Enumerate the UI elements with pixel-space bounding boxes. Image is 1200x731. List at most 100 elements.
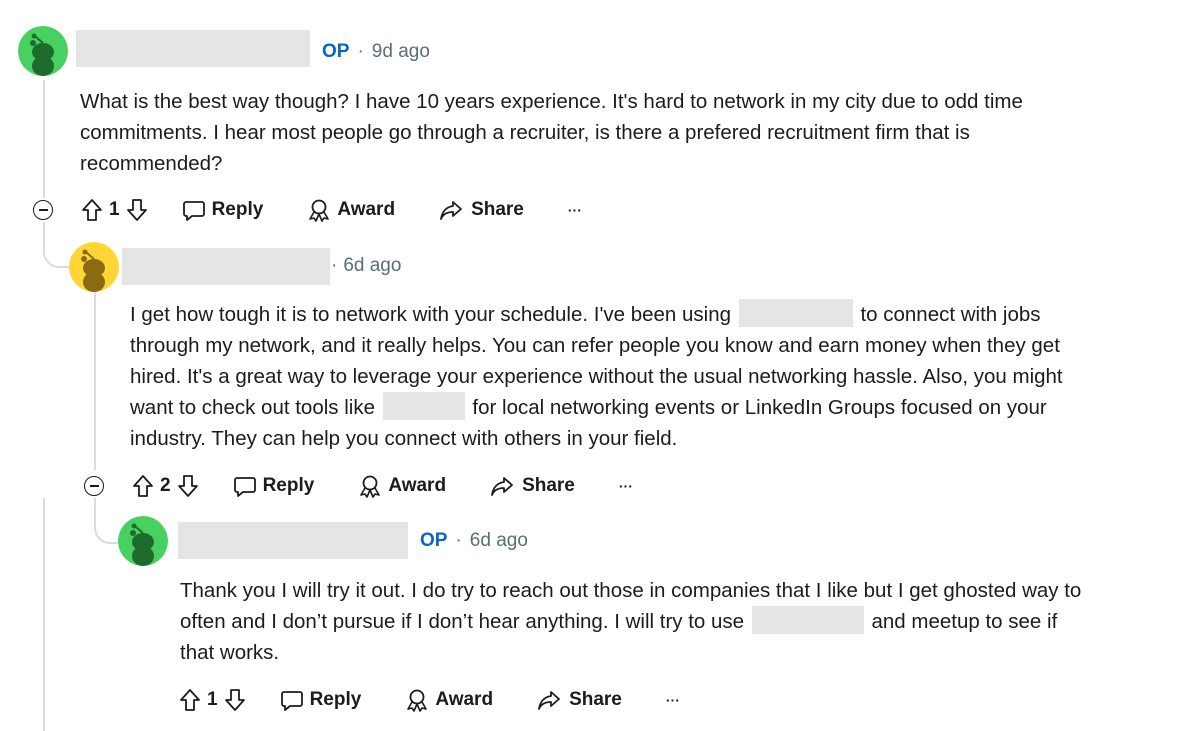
minus-icon <box>89 485 99 487</box>
upvote-arrow-icon <box>133 475 153 497</box>
avatar[interactable] <box>118 516 168 566</box>
share-label: Share <box>569 689 622 710</box>
share-label: Share <box>522 475 575 496</box>
snoo-green-avatar-icon <box>18 26 68 76</box>
downvote-arrow-icon <box>224 689 245 711</box>
award-button[interactable]: Award <box>307 198 395 222</box>
snoo-green-avatar-icon <box>118 516 168 566</box>
comment-meta: OP · 6d ago <box>420 530 528 552</box>
upvote-button[interactable] <box>81 198 103 222</box>
award-label: Award <box>388 475 447 496</box>
more-label: ··· <box>567 202 582 218</box>
comment-text: I get how tough it is to network with yo… <box>130 303 732 326</box>
upvote-button[interactable] <box>179 688 201 712</box>
thread-elbow <box>43 222 69 268</box>
comment-actions: 1 Reply Award Share ··· <box>179 680 680 720</box>
reply-label: Reply <box>262 475 315 496</box>
downvote-arrow-icon <box>126 199 147 221</box>
downvote-button[interactable] <box>126 198 148 222</box>
meta-separator: · <box>331 255 338 276</box>
redacted-text <box>382 392 465 420</box>
comment-text: for local networking events or LinkedIn … <box>472 396 1047 419</box>
meta-separator: · <box>357 41 364 62</box>
comment-line: hired. It's a great way to leverage your… <box>130 365 1063 388</box>
vote-count: 1 <box>109 199 120 220</box>
op-badge: OP <box>322 41 350 62</box>
reply-label: Reply <box>309 689 362 710</box>
downvote-arrow-icon <box>177 475 198 497</box>
timestamp[interactable]: 9d ago <box>372 41 430 63</box>
upvote-arrow-icon <box>82 199 102 221</box>
share-button[interactable]: Share <box>537 688 622 712</box>
award-label: Award <box>435 689 494 710</box>
vote-count: 2 <box>160 475 171 496</box>
collapse-thread-button[interactable] <box>84 476 104 496</box>
speech-bubble-icon <box>233 477 256 497</box>
comment-text: to connect with jobs <box>860 303 1041 326</box>
avatar[interactable] <box>69 242 119 292</box>
timestamp[interactable]: 6d ago <box>470 530 528 552</box>
share-button[interactable]: Share <box>439 198 524 222</box>
more-label: ··· <box>665 692 680 708</box>
collapse-thread-button[interactable] <box>33 200 53 220</box>
more-options-button[interactable]: ··· <box>666 692 680 708</box>
speech-bubble-icon <box>280 691 303 711</box>
comment-line: want to check out tools like for local n… <box>130 392 1190 423</box>
timestamp[interactable]: 6d ago <box>343 255 401 277</box>
comment-text: and meetup to see if <box>871 610 1058 633</box>
username-redacted <box>178 522 408 559</box>
comment-line: often and I don’t pursue if I don’t hear… <box>180 606 1195 637</box>
more-options-button[interactable]: ··· <box>568 202 582 218</box>
comment-line: Thank you I will try it out. I do try to… <box>180 579 1082 602</box>
comment-line: through my network, and it really helps.… <box>130 334 1060 357</box>
award-ribbon-icon <box>309 199 330 222</box>
thread-line <box>43 498 45 731</box>
share-button[interactable]: Share <box>490 474 575 498</box>
more-label: ··· <box>618 478 633 494</box>
comment-meta: · 6d ago <box>331 255 401 277</box>
redacted-text <box>751 606 864 634</box>
share-arrow-icon <box>538 691 560 710</box>
thread-line <box>94 292 96 470</box>
award-ribbon-icon <box>360 475 381 498</box>
comment-meta: OP · 9d ago <box>322 41 430 63</box>
comment-text: want to check out tools like <box>130 396 375 419</box>
comment-body: Thank you I will try it out. I do try to… <box>180 575 1195 668</box>
username-redacted <box>122 248 330 285</box>
username-redacted <box>76 30 310 67</box>
op-badge: OP <box>420 530 448 551</box>
reply-label: Reply <box>211 199 264 220</box>
snoo-yellow-avatar-icon <box>69 242 119 292</box>
upvote-button[interactable] <box>132 474 154 498</box>
avatar[interactable] <box>18 26 68 76</box>
meta-separator: · <box>455 530 462 551</box>
redacted-text <box>738 299 853 327</box>
thread-line <box>43 80 45 198</box>
reply-button[interactable]: Reply <box>233 474 315 498</box>
comment-line: industry. They can help you connect with… <box>130 427 678 450</box>
award-label: Award <box>337 199 396 220</box>
comment-text: often and I don’t pursue if I don’t hear… <box>180 610 745 633</box>
reply-button[interactable]: Reply <box>280 688 362 712</box>
share-arrow-icon <box>491 477 513 496</box>
minus-icon <box>38 209 48 211</box>
comment-body: I get how tough it is to network with yo… <box>130 299 1190 454</box>
downvote-button[interactable] <box>224 688 246 712</box>
award-button[interactable]: Award <box>405 688 493 712</box>
downvote-button[interactable] <box>177 474 199 498</box>
comment-line: I get how tough it is to network with yo… <box>130 299 1190 330</box>
award-button[interactable]: Award <box>358 474 446 498</box>
share-arrow-icon <box>440 201 462 220</box>
comment-line: recommended? <box>80 152 223 175</box>
share-label: Share <box>471 199 524 220</box>
more-options-button[interactable]: ··· <box>619 478 633 494</box>
comment-body: What is the best way though? I have 10 y… <box>80 86 1180 179</box>
comment-actions: 1 Reply Award Share ··· <box>81 190 582 230</box>
comment-actions: 2 Reply Award Share ··· <box>132 466 633 506</box>
comment-line: What is the best way though? I have 10 y… <box>80 90 1023 113</box>
reply-button[interactable]: Reply <box>182 198 264 222</box>
upvote-arrow-icon <box>180 689 200 711</box>
speech-bubble-icon <box>182 201 205 221</box>
comment-line: that works. <box>180 641 280 664</box>
vote-count: 1 <box>207 689 218 710</box>
